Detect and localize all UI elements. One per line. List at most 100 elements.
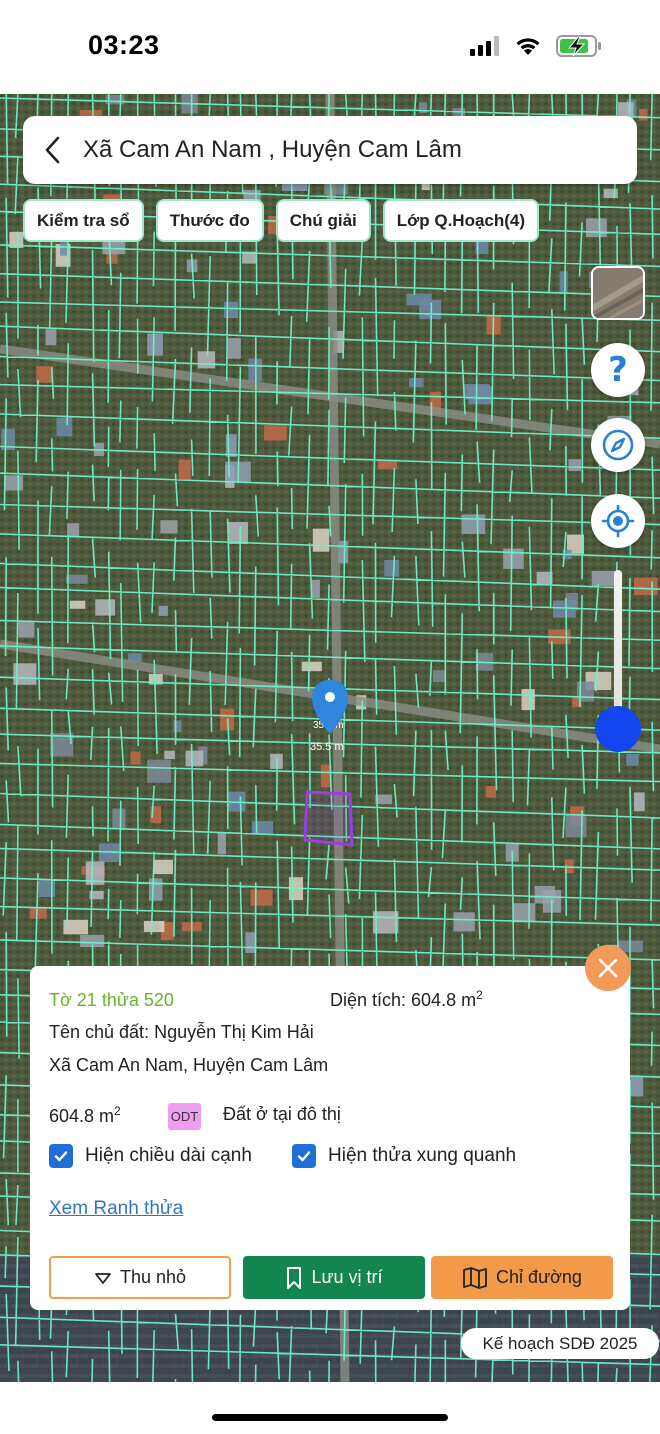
home-indicator[interactable] <box>212 1414 448 1421</box>
map-building <box>633 792 645 812</box>
map-building <box>312 528 330 552</box>
map-building <box>406 293 432 306</box>
map-building <box>149 878 163 901</box>
checkmark-icon <box>292 1144 316 1168</box>
land-use-area: 604.8 m2 <box>49 1104 121 1126</box>
map-building <box>18 620 35 638</box>
wifi-icon <box>514 36 542 61</box>
owner-name: Tên chủ đất: Nguyễn Thị Kim Hải <box>49 1022 314 1042</box>
show-neighbors-label: Hiện thửa xung quanh <box>328 1145 517 1166</box>
compass-button[interactable] <box>591 418 645 472</box>
close-icon <box>598 958 618 978</box>
map-building <box>130 751 141 765</box>
map-icon <box>463 1266 487 1289</box>
map-building <box>311 580 320 598</box>
map-building <box>153 859 173 875</box>
map-building <box>603 188 618 198</box>
parcel-area: Diện tích: 604.8 m2 <box>330 988 483 1010</box>
parcel-address: Xã Cam An Nam, Huyện Cam Lâm <box>49 1055 329 1075</box>
locate-icon <box>601 504 635 538</box>
map-building <box>185 750 204 767</box>
map-building <box>634 577 658 595</box>
map-building <box>384 559 399 577</box>
map-building <box>559 271 568 293</box>
map-building <box>626 754 639 766</box>
chevron-left-icon <box>45 136 60 164</box>
save-location-button[interactable]: Lưu vị trí <box>243 1256 425 1299</box>
chip-legend[interactable]: Chú giải <box>275 199 371 242</box>
map-building <box>164 750 175 760</box>
map-building <box>409 378 424 388</box>
location-header: Xã Cam An Nam , Huyện Cam Lâm <box>23 116 637 184</box>
map-building <box>143 920 165 933</box>
map-building <box>461 514 486 534</box>
map-building <box>56 417 73 437</box>
checkmark-icon <box>49 1144 73 1168</box>
map-building <box>250 889 273 906</box>
layer-thumbnail-icon <box>593 268 643 318</box>
collapse-label: Thu nhỏ <box>119 1267 187 1287</box>
map-building <box>217 832 227 855</box>
bookmark-icon <box>287 1266 302 1289</box>
chip-check-book[interactable]: Kiểm tra sổ <box>23 199 144 242</box>
help-button[interactable]: ? <box>591 343 645 397</box>
map-building <box>453 912 475 932</box>
map-building <box>173 720 182 732</box>
location-title: Xã Cam An Nam , Huyện Cam Lâm <box>83 136 462 163</box>
collapse-button[interactable]: Thu nhỏ <box>49 1256 231 1299</box>
close-panel-button[interactable] <box>585 945 631 991</box>
map-building <box>225 434 237 457</box>
map-building <box>45 329 57 346</box>
locate-button[interactable] <box>591 494 645 548</box>
view-boundary-link[interactable]: Xem Ranh thửa <box>49 1198 183 1220</box>
parcel-info-panel: Tờ 21 thửa 520 Diện tích: 604.8 m2 Tên c… <box>30 966 630 1310</box>
map-building <box>591 570 616 586</box>
map-building <box>513 903 536 923</box>
chip-ruler[interactable]: Thước đo <box>155 199 264 242</box>
map-building <box>178 459 191 480</box>
map-building <box>160 520 178 534</box>
chip-planning-layers[interactable]: Lớp Q.Hoạch(4) <box>382 199 540 242</box>
zoom-slider-handle[interactable] <box>595 706 641 752</box>
save-location-label: Lưu vị trí <box>311 1267 383 1287</box>
map-building <box>36 366 54 383</box>
map-building <box>95 599 116 616</box>
signal-icon <box>470 36 500 61</box>
parcel-edge-label-bottom: 35.5 m <box>310 741 344 753</box>
map-building <box>112 808 126 830</box>
directions-button[interactable]: Chỉ đường <box>431 1256 613 1299</box>
map-building <box>432 670 446 683</box>
map-building <box>224 301 239 318</box>
map-building <box>147 759 172 783</box>
map-building <box>251 821 274 834</box>
map-building <box>158 605 168 616</box>
battery-charging-icon <box>556 34 602 63</box>
map-building <box>227 338 241 359</box>
tool-chips: Kiểm tra sổ Thước đo Chú giải Lớp Q.Hoạc… <box>23 199 540 242</box>
map-building <box>147 333 163 356</box>
map-building <box>264 425 287 441</box>
show-neighbors-checkbox[interactable]: Hiện thửa xung quanh <box>292 1144 516 1168</box>
map-building <box>66 574 88 584</box>
layer-thumbnail-button[interactable] <box>591 266 645 320</box>
map-building <box>565 814 587 838</box>
land-code-badge: ODT <box>168 1103 201 1130</box>
map-building <box>639 109 648 121</box>
map-building <box>521 689 535 711</box>
status-bar: 03:23 <box>0 0 660 94</box>
directions-label: Chỉ đường <box>496 1267 582 1287</box>
map-building <box>228 522 248 544</box>
triangle-down-icon <box>95 1272 111 1284</box>
back-button[interactable] <box>23 116 83 184</box>
show-edge-lengths-checkbox[interactable]: Hiện chiều dài cạnh <box>49 1144 252 1168</box>
land-type: Đất ở tại đô thị <box>223 1104 341 1124</box>
parcel-id: Tờ 21 thửa 520 <box>49 990 174 1010</box>
status-icons <box>470 34 602 63</box>
help-icon: ? <box>608 350 628 390</box>
map-building <box>586 218 607 238</box>
map-building <box>568 459 581 472</box>
map-building <box>69 600 86 609</box>
planning-year-badge[interactable]: Kế hoạch SDĐ 2025 <box>461 1328 659 1359</box>
map-building <box>4 475 23 491</box>
home-area <box>0 1382 660 1434</box>
